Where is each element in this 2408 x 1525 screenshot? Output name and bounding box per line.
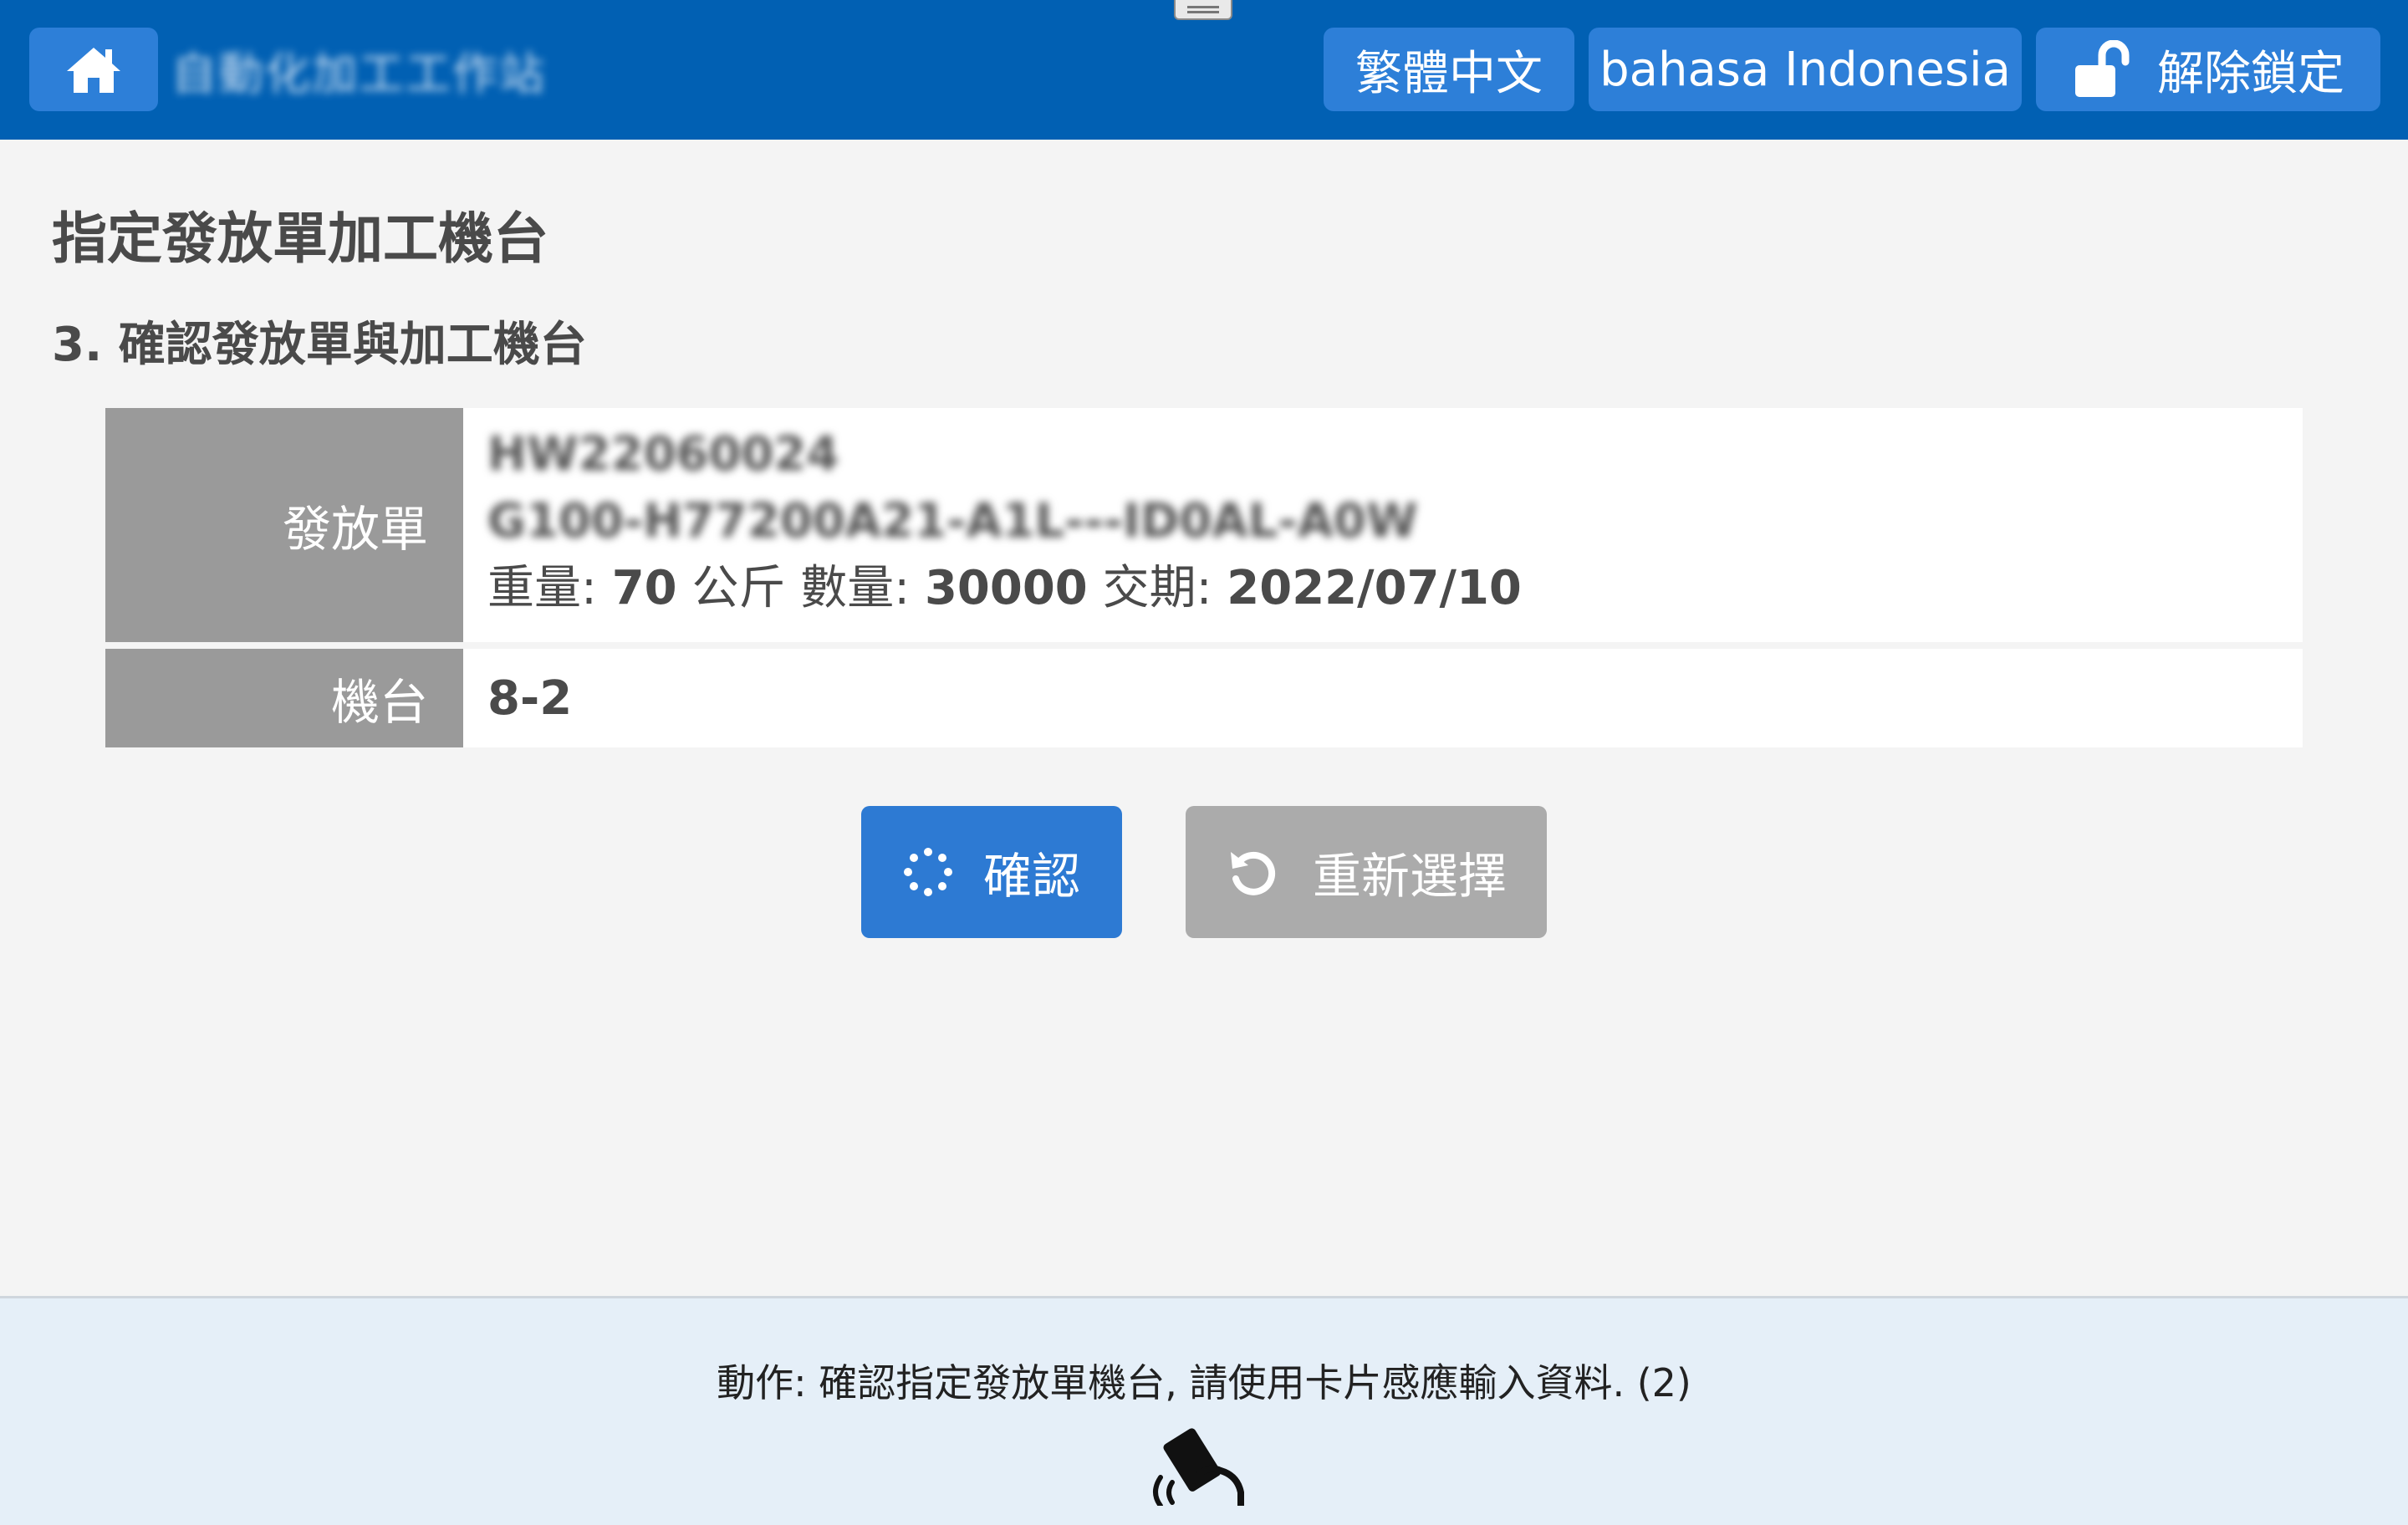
order-number: HW22060024 (487, 427, 839, 482)
home-icon (67, 48, 120, 93)
due-date-label: 交期: (1102, 561, 1212, 615)
machine-label: 機台 (105, 649, 463, 747)
reselect-label: 重新選擇 (1312, 848, 1507, 905)
weight-unit: 公斤 (691, 561, 786, 615)
due-date-value: 2022/07/10 (1227, 561, 1522, 615)
page-title: 指定發放單加工機台 (52, 207, 548, 271)
home-button[interactable] (29, 28, 158, 111)
machine-value: 8-2 (463, 649, 2303, 747)
language-indonesian-button[interactable]: bahasa Indonesia (1589, 28, 2022, 111)
app-title: 自動化加工工作站 (171, 47, 546, 100)
quantity-label: 數量: (800, 561, 911, 615)
tap-card-icon (1153, 1428, 1244, 1506)
reselect-button[interactable]: 重新選擇 (1186, 806, 1547, 938)
product-code: G100-H77200A21-A1L---ID0AL-A0W (487, 494, 1418, 548)
action-message: 動作: 確認指定發放單機台, 請使用卡片感應輸入資料. (2) (717, 1360, 1691, 1405)
unlocked-padlock-icon (2075, 40, 2130, 97)
unlock-label: 解除鎖定 (2157, 46, 2344, 101)
status-footer: 動作: 確認指定發放單機台, 請使用卡片感應輸入資料. (2) (0, 1296, 2408, 1525)
window-drag-handle[interactable] (1174, 0, 1232, 20)
language-chinese-button[interactable]: 繁體中文 (1324, 28, 1574, 111)
quantity-value: 30000 (924, 561, 1088, 615)
top-bar: 自動化加工工作站 繁體中文 bahasa Indonesia 解除鎖定 (0, 0, 2408, 140)
machine-row: 機台 8-2 (105, 649, 2303, 747)
weight-value: 70 (611, 561, 677, 615)
confirm-button[interactable]: 確認 (861, 806, 1122, 938)
loading-spinner-icon (903, 848, 952, 896)
step-title: 3. 確認發放單與加工機台 (52, 318, 587, 372)
weight-label: 重量: (487, 561, 597, 615)
order-meta: 重量: 70 公斤 數量: 30000 交期: 2022/07/10 (487, 555, 2303, 622)
order-row: 發放單 HW22060024 G100-H77200A21-A1L---ID0A… (105, 408, 2303, 642)
confirm-label: 確認 (982, 848, 1080, 905)
undo-icon (1230, 851, 1276, 895)
unlock-button[interactable]: 解除鎖定 (2036, 28, 2380, 111)
confirmation-table: 發放單 HW22060024 G100-H77200A21-A1L---ID0A… (105, 408, 2303, 747)
order-details: HW22060024 G100-H77200A21-A1L---ID0AL-A0… (463, 408, 2303, 642)
order-label: 發放單 (105, 408, 463, 642)
